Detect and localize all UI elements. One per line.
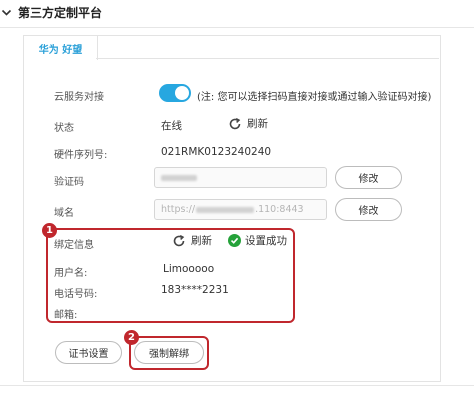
phone-label: 电话号码: [54, 289, 98, 300]
verify-code-field[interactable] [154, 167, 327, 188]
refresh-icon [228, 117, 242, 131]
cloud-service-note: (注: 您可以选择扫码直接对接或通过输入验证码对接) [197, 92, 432, 103]
tab-divider [96, 58, 439, 59]
status-value: 在线 [161, 120, 182, 132]
page-title: 第三方定制平台 [18, 5, 103, 20]
refresh-icon [172, 234, 186, 248]
bind-status: 设置成功 [228, 233, 287, 248]
status-label: 状态 [54, 123, 74, 134]
cert-settings-button[interactable]: 证书设置 [55, 341, 122, 364]
tab-huawei[interactable]: 华为 好望 [23, 35, 98, 60]
phone-value: 183****2231 [161, 284, 229, 296]
status-refresh-button[interactable]: 刷新 [228, 116, 268, 131]
bind-status-text: 设置成功 [245, 235, 287, 247]
domain-label: 域名 [54, 208, 74, 219]
check-circle-icon [228, 234, 241, 247]
email-label: 邮箱: [54, 310, 78, 321]
footer-divider [0, 385, 474, 386]
status-refresh-label: 刷新 [247, 118, 268, 130]
page-header: 第三方定制平台 [0, 0, 102, 24]
bind-refresh-label: 刷新 [191, 235, 212, 247]
bind-info-label: 绑定信息 [54, 240, 94, 251]
serial-label: 硬件序列号: [54, 150, 108, 161]
header-divider [0, 27, 474, 28]
verify-code-label: 验证码 [54, 177, 84, 188]
username-value: Limooooo [163, 263, 215, 275]
force-unbind-button[interactable]: 强制解绑 [134, 341, 204, 364]
username-label: 用户名: [54, 268, 88, 279]
verify-modify-button[interactable]: 修改 [335, 166, 402, 189]
domain-suffix: .110:8443 [255, 204, 304, 215]
domain-prefix: https:// [161, 204, 196, 215]
domain-field[interactable]: https:// .110:8443 [154, 199, 327, 220]
blurred-domain [196, 206, 255, 213]
blurred-code [161, 174, 197, 181]
chevron-down-icon[interactable] [0, 6, 12, 18]
marker-2: 2 [124, 330, 139, 345]
bind-refresh-button[interactable]: 刷新 [172, 233, 212, 248]
serial-value: 021RMK0123240240 [161, 146, 272, 158]
domain-modify-button[interactable]: 修改 [335, 198, 402, 221]
cloud-service-label: 云服务对接 [54, 92, 104, 103]
toggle-knob [175, 86, 189, 100]
cloud-service-toggle[interactable] [159, 84, 191, 102]
